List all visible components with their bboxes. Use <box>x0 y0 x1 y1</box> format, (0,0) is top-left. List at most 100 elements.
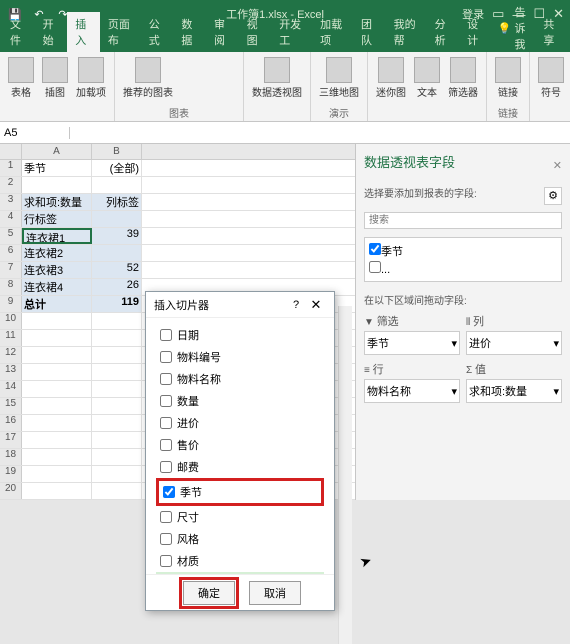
illustrations-button[interactable]: 插图 <box>40 55 70 101</box>
cell[interactable] <box>92 466 142 482</box>
slicer-field-item[interactable]: 风格 <box>156 528 324 550</box>
row-header[interactable]: 7 <box>0 262 22 278</box>
cell[interactable]: 总计 <box>22 296 92 312</box>
cell[interactable] <box>92 347 142 363</box>
cell[interactable] <box>92 415 142 431</box>
tab-dev[interactable]: 开发工 <box>271 12 312 52</box>
field-checkbox[interactable] <box>160 395 172 407</box>
sparklines-button[interactable]: 迷你图 <box>374 55 408 101</box>
slicer-field-item[interactable]: 进价 <box>156 412 324 434</box>
select-all-corner[interactable] <box>0 144 22 159</box>
row-header[interactable]: 5 <box>0 228 22 244</box>
field-item[interactable]: ... <box>369 260 557 277</box>
tab-review[interactable]: 审阅 <box>206 12 239 52</box>
cell[interactable] <box>22 415 92 431</box>
row-header[interactable]: 8 <box>0 279 22 295</box>
field-checkbox[interactable] <box>160 329 172 341</box>
cell[interactable] <box>92 364 142 380</box>
tab-help[interactable]: 我的帮 <box>386 12 427 52</box>
field-checkbox[interactable] <box>160 351 172 363</box>
field-checkbox[interactable] <box>160 533 172 545</box>
recommended-charts-button[interactable]: 推荐的图表 <box>121 55 175 101</box>
cell[interactable] <box>92 211 142 227</box>
text-button[interactable]: 文本 <box>412 55 442 101</box>
field-checkbox[interactable] <box>369 261 381 273</box>
cell[interactable] <box>22 466 92 482</box>
row-header[interactable]: 20 <box>0 483 22 499</box>
cell[interactable] <box>22 330 92 346</box>
cancel-button[interactable]: 取消 <box>249 581 301 605</box>
field-checkbox[interactable] <box>163 486 175 498</box>
cell[interactable] <box>92 432 142 448</box>
row-header[interactable]: 15 <box>0 398 22 414</box>
cell[interactable]: (全部) <box>92 160 142 176</box>
field-checkbox[interactable] <box>160 439 172 451</box>
field-checkbox[interactable] <box>160 461 172 473</box>
pivotchart-button[interactable]: 数据透视图 <box>250 55 304 101</box>
cell[interactable] <box>22 177 92 193</box>
row-header[interactable]: 2 <box>0 177 22 193</box>
col-header-A[interactable]: A <box>22 144 92 159</box>
cell[interactable]: 列标签 <box>92 194 142 210</box>
field-checkbox[interactable] <box>160 373 172 385</box>
row-header[interactable]: 17 <box>0 432 22 448</box>
cell[interactable] <box>22 347 92 363</box>
tab-addin[interactable]: 加载项 <box>312 12 353 52</box>
cell[interactable] <box>92 449 142 465</box>
cell[interactable]: 连衣裙1 <box>22 228 92 244</box>
field-checkbox[interactable] <box>160 555 172 567</box>
cell[interactable]: 连衣裙4 <box>22 279 92 295</box>
3dmap-button[interactable]: 三维地图 <box>317 55 361 101</box>
tab-home[interactable]: 开始 <box>35 12 68 52</box>
row-header[interactable]: 14 <box>0 381 22 397</box>
cell[interactable]: 连衣裙2 <box>22 245 92 261</box>
symbol-button[interactable]: 符号 <box>536 55 566 101</box>
gear-icon[interactable]: ⚙ <box>544 187 562 205</box>
rows-area[interactable]: 物料名称▾ <box>364 379 460 403</box>
slicer-field-item[interactable]: 物料编号 <box>156 346 324 368</box>
cell[interactable] <box>92 381 142 397</box>
tab-insert[interactable]: 插入 <box>67 12 100 52</box>
row-header[interactable]: 16 <box>0 415 22 431</box>
tab-design[interactable]: 设计 <box>459 12 492 52</box>
filter-area[interactable]: 季节▾ <box>364 331 460 355</box>
field-search-input[interactable] <box>364 212 562 229</box>
cell[interactable]: 求和项:数量 <box>22 194 92 210</box>
vertical-scrollbar[interactable] <box>338 306 352 644</box>
slicer-field-item[interactable]: 售价 <box>156 434 324 456</box>
cell[interactable] <box>22 449 92 465</box>
cell[interactable]: 季节 <box>22 160 92 176</box>
cell[interactable] <box>92 398 142 414</box>
cell[interactable] <box>92 313 142 329</box>
row-header[interactable]: 10 <box>0 313 22 329</box>
row-header[interactable]: 19 <box>0 466 22 482</box>
cell[interactable] <box>92 330 142 346</box>
addins-button[interactable]: 加载项 <box>74 55 108 101</box>
cell[interactable]: 119 <box>92 296 142 312</box>
cell[interactable]: 26 <box>92 279 142 295</box>
name-box[interactable]: A5 <box>0 127 70 139</box>
cell[interactable] <box>22 398 92 414</box>
link-button[interactable]: 链接 <box>493 55 523 101</box>
values-area[interactable]: 求和项:数量▾ <box>466 379 562 403</box>
slicer-field-item[interactable]: 数量 <box>156 390 324 412</box>
row-header[interactable]: 3 <box>0 194 22 210</box>
slicer-field-item[interactable]: 邮费 <box>156 456 324 478</box>
tab-data[interactable]: 数据 <box>173 12 206 52</box>
row-header[interactable]: 12 <box>0 347 22 363</box>
pane-close-icon[interactable]: ✕ <box>553 159 562 172</box>
share-button[interactable]: 共享 <box>535 12 568 52</box>
cell[interactable] <box>92 483 142 499</box>
cell[interactable] <box>92 177 142 193</box>
row-header[interactable]: 11 <box>0 330 22 346</box>
cell[interactable]: 52 <box>92 262 142 278</box>
field-list[interactable]: 季节 ... <box>364 237 562 282</box>
row-header[interactable]: 1 <box>0 160 22 176</box>
cols-area[interactable]: 进价▾ <box>466 331 562 355</box>
cell[interactable] <box>22 313 92 329</box>
dialog-close-icon[interactable]: ✕ <box>306 297 326 313</box>
slicer-field-item[interactable]: 物料名称 <box>156 368 324 390</box>
ok-button[interactable]: 确定 <box>183 581 235 605</box>
slicer-field-list[interactable]: 日期物料编号物料名称数量进价售价邮费季节尺寸风格材质颜色裙型袖长腰型 <box>146 318 334 574</box>
field-checkbox[interactable] <box>160 511 172 523</box>
